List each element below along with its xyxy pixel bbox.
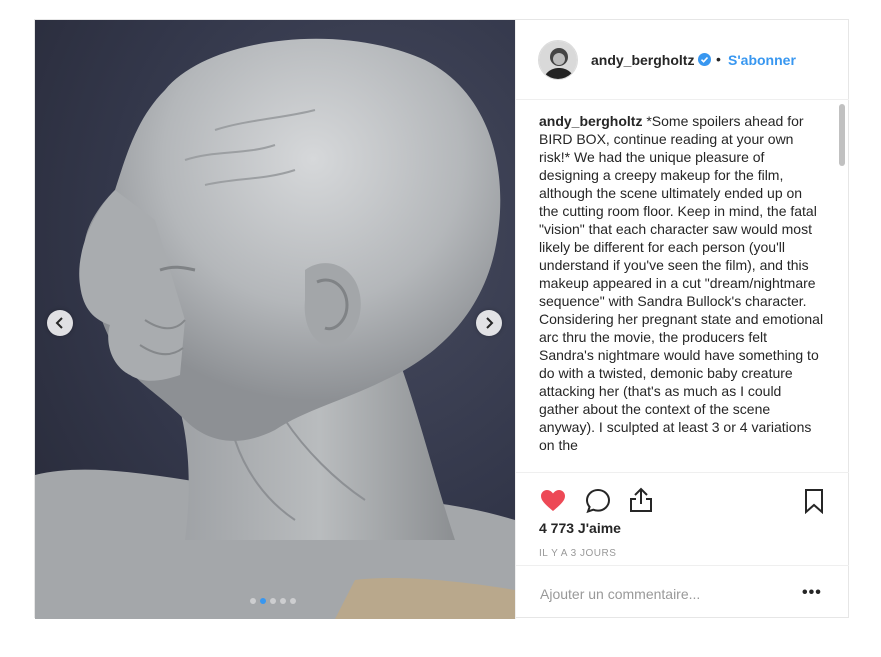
post-header: andy_bergholtz • S'abonner (516, 20, 849, 100)
carousel-dot (280, 598, 286, 604)
bookmark-icon (805, 489, 823, 515)
comment-bar: ••• (516, 565, 849, 621)
carousel-prev-button[interactable] (47, 310, 73, 336)
caption-scroll-area[interactable]: andy_bergholtz *Some spoilers ahead for … (539, 112, 824, 472)
like-count[interactable]: 4 773 J'aime (539, 520, 621, 536)
post-media[interactable] (35, 20, 515, 619)
header-username[interactable]: andy_bergholtz (591, 52, 694, 68)
heart-icon (541, 490, 565, 511)
scrollbar-thumb[interactable] (839, 104, 845, 166)
like-button[interactable] (540, 489, 566, 518)
post-timestamp[interactable]: IL Y A 3 JOURS (539, 548, 616, 559)
share-icon (630, 487, 652, 512)
caption-text-continued: Considering her pregnant state and emoti… (539, 311, 824, 453)
verified-badge-icon (698, 53, 711, 66)
avatar-image (539, 41, 577, 79)
caption-scrollbar[interactable] (836, 100, 846, 472)
carousel-dot (270, 598, 276, 604)
carousel-dot (250, 598, 256, 604)
more-options-button[interactable]: ••• (802, 584, 822, 602)
header-separator: • (716, 51, 721, 67)
caption: andy_bergholtz *Some spoilers ahead for … (539, 112, 824, 454)
comment-icon (585, 488, 611, 514)
chevron-right-icon (486, 317, 494, 329)
avatar[interactable] (538, 40, 578, 80)
carousel-dot (290, 598, 296, 604)
carousel-next-button[interactable] (476, 310, 502, 336)
comment-input[interactable] (540, 584, 790, 604)
sculpture-image (35, 38, 515, 619)
comment-button[interactable] (585, 488, 611, 519)
caption-text: *Some spoilers ahead for BIRD BOX, conti… (539, 113, 817, 309)
post-sidebar: andy_bergholtz • S'abonner andy_bergholt… (515, 20, 849, 619)
caption-username[interactable]: andy_bergholtz (539, 113, 642, 129)
chevron-left-icon (55, 317, 63, 329)
follow-button[interactable]: S'abonner (728, 52, 796, 68)
share-button[interactable] (629, 487, 653, 518)
post-card: andy_bergholtz • S'abonner andy_bergholt… (34, 19, 849, 619)
carousel-dot-active (260, 598, 266, 604)
save-button[interactable] (804, 488, 824, 519)
carousel-indicator (250, 598, 296, 604)
post-actions: 4 773 J'aime IL Y A 3 JOURS ••• (516, 472, 849, 620)
